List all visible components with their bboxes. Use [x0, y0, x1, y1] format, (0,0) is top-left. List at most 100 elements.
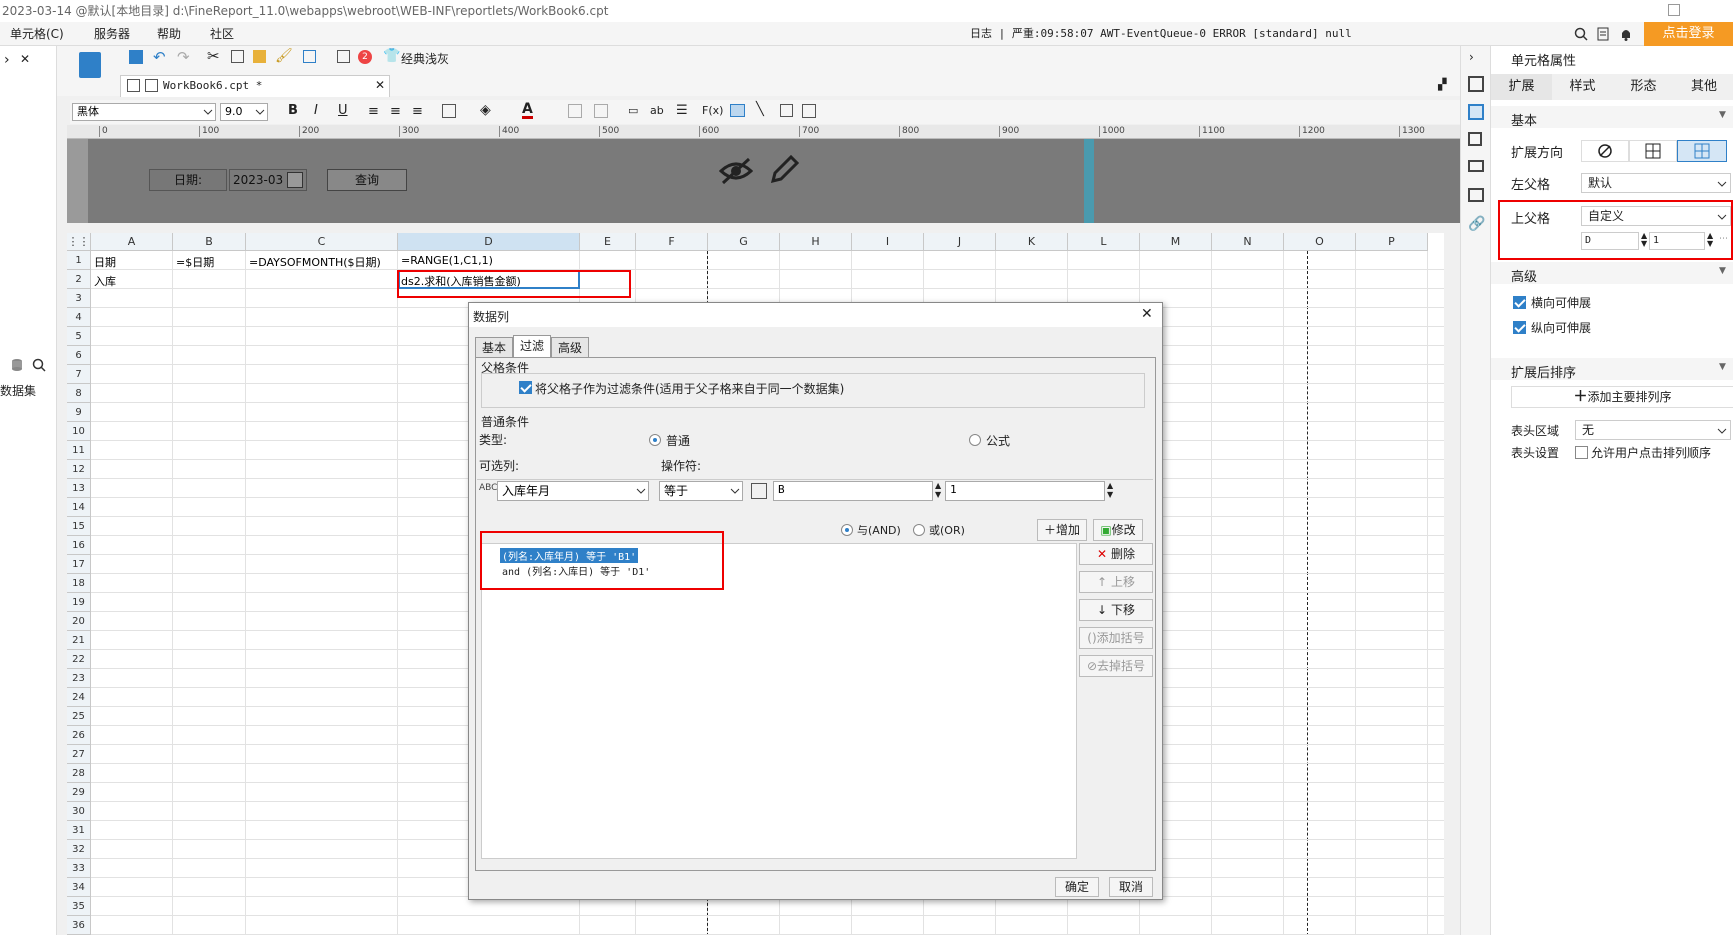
column-header[interactable]: L — [1068, 233, 1140, 251]
fill-color-icon[interactable]: ◈ — [480, 102, 491, 118]
row-header[interactable]: 31 — [67, 821, 91, 840]
modify-condition-button[interactable]: ▣修改 — [1093, 519, 1143, 541]
column-header[interactable]: G — [708, 233, 780, 251]
cancel-button[interactable]: 取消 — [1109, 877, 1153, 897]
tab-basic[interactable]: 基本 — [475, 337, 514, 357]
delete-button[interactable]: ✕ 删除 — [1079, 543, 1153, 565]
param-width-marker[interactable] — [1084, 139, 1094, 223]
vertical-expand-icon[interactable] — [1629, 140, 1677, 162]
row-header[interactable]: 7 — [67, 365, 91, 384]
underline-icon[interactable]: U — [338, 103, 348, 118]
tab-expand[interactable]: 扩展 — [1491, 74, 1552, 100]
row-header[interactable]: 32 — [67, 840, 91, 859]
cell-a2[interactable]: 入库 — [94, 273, 116, 289]
italic-icon[interactable]: I — [314, 103, 318, 118]
bell-icon[interactable] — [1619, 27, 1633, 41]
dataset-search-icon[interactable] — [32, 358, 46, 372]
up-parent-row-input[interactable]: 1 — [1649, 232, 1705, 250]
or-radio[interactable] — [913, 524, 925, 536]
up-parent-col-input[interactable]: D — [1581, 232, 1639, 250]
row-header[interactable]: 22 — [67, 650, 91, 669]
column-header[interactable]: A — [91, 233, 173, 251]
row-header[interactable]: 5 — [67, 327, 91, 346]
font-size-select[interactable]: 9.0 — [220, 103, 268, 121]
collapse-icon[interactable]: › — [4, 52, 10, 68]
move-up-button[interactable]: ↑ 上移 — [1079, 571, 1153, 593]
row-header[interactable]: 15 — [67, 517, 91, 536]
row-header[interactable]: 28 — [67, 764, 91, 783]
column-header[interactable]: O — [1284, 233, 1356, 251]
theme-label[interactable]: 经典浅灰 — [401, 50, 449, 67]
no-expand-icon[interactable] — [1581, 140, 1629, 162]
bold-icon[interactable]: B — [288, 103, 298, 118]
row-header[interactable]: 27 — [67, 745, 91, 764]
row-header[interactable]: 4 — [67, 308, 91, 327]
allow-sort-checkbox[interactable] — [1575, 446, 1588, 459]
query-button[interactable]: 查询 — [327, 169, 407, 191]
add-bracket-button[interactable]: ()添加括号 — [1079, 627, 1153, 649]
value-row-spinner-icon[interactable]: ▲ ▼ — [1107, 481, 1113, 499]
border-icon[interactable] — [442, 104, 456, 118]
widget-setting-icon[interactable] — [1468, 160, 1484, 172]
collapse-basic-icon[interactable]: ▼ — [1719, 110, 1726, 120]
row-header[interactable]: 8 — [67, 384, 91, 403]
restore-icon[interactable] — [1668, 4, 1680, 16]
column-header[interactable]: F — [636, 233, 708, 251]
cell-a1[interactable]: 日期 — [94, 254, 116, 270]
menu-community[interactable]: 社区 — [210, 22, 234, 46]
cell-b1[interactable]: =$日期 — [176, 254, 214, 270]
row-header[interactable]: 36 — [67, 916, 91, 935]
parent-filter-checkbox[interactable] — [519, 381, 532, 394]
row-header[interactable]: 34 — [67, 878, 91, 897]
image-icon[interactable] — [730, 104, 745, 117]
add-sort-button[interactable]: ＋添加主要排列序 — [1511, 386, 1733, 408]
v-stretch-checkbox[interactable] — [1513, 321, 1526, 334]
column-header[interactable]: B — [173, 233, 246, 251]
type-normal-radio[interactable] — [649, 434, 661, 446]
font-color-icon[interactable]: A — [522, 102, 533, 119]
search-icon[interactable] — [1574, 27, 1588, 41]
column-header[interactable]: K — [996, 233, 1068, 251]
row-header[interactable]: 3 — [67, 289, 91, 308]
column-header[interactable]: I — [852, 233, 924, 251]
row-header[interactable]: 16 — [67, 536, 91, 555]
eye-hidden-icon[interactable] — [719, 157, 753, 185]
database-icon[interactable] — [10, 358, 24, 372]
row-header[interactable]: 29 — [67, 783, 91, 802]
condition-icon[interactable] — [1468, 188, 1484, 202]
redo-icon[interactable]: ↷ — [177, 48, 190, 66]
select-all-corner[interactable]: ⋮⋮ — [67, 233, 91, 251]
add-condition-button[interactable]: ＋增加 — [1037, 519, 1087, 541]
value-col-spinner-icon[interactable]: ▲ ▼ — [935, 481, 941, 499]
align-right-icon[interactable]: ≡ — [412, 104, 423, 119]
condition-list[interactable]: (列名:入库年月) 等于 'B1' and (列名:入库日) 等于 'D1' — [481, 543, 1077, 859]
expand-icon[interactable]: › — [1469, 50, 1474, 64]
subreport-icon[interactable] — [780, 104, 793, 117]
insert-row-icon[interactable]: ▭ — [628, 104, 638, 117]
file-tab-label[interactable]: WorkBook6.cpt * — [163, 79, 262, 92]
row-header[interactable]: 10 — [67, 422, 91, 441]
formula-icon[interactable]: F(x) — [702, 104, 723, 117]
cell-c1[interactable]: =DAYSOFMONTH($日期) — [249, 254, 381, 270]
value-col-input[interactable]: B — [773, 481, 933, 501]
widget-icon[interactable] — [802, 104, 816, 118]
value-row-input[interactable]: 1 — [945, 481, 1105, 501]
row-header[interactable]: 26 — [67, 726, 91, 745]
row-header[interactable]: 9 — [67, 403, 91, 422]
condition-item[interactable]: (列名:入库年月) 等于 'B1' — [500, 548, 639, 563]
font-family-select[interactable]: 黑体 — [72, 103, 216, 121]
row-header[interactable]: 21 — [67, 631, 91, 650]
close-icon[interactable]: ✕ — [20, 52, 30, 66]
hyperlink-icon[interactable]: 🔗 — [1468, 216, 1485, 232]
type-formula-radio[interactable] — [969, 434, 981, 446]
dataset-label[interactable]: 数据集 — [0, 382, 36, 399]
column-header[interactable]: N — [1212, 233, 1284, 251]
row-header[interactable]: 18 — [67, 574, 91, 593]
column-header[interactable]: J — [924, 233, 996, 251]
paste-icon[interactable] — [253, 50, 266, 63]
up-parent-select[interactable]: 自定义 — [1581, 206, 1731, 226]
row-header[interactable]: 14 — [67, 498, 91, 517]
more-icon[interactable]: ⋯ — [1719, 234, 1728, 244]
column-header[interactable]: D — [398, 233, 580, 251]
tab-shape[interactable]: 形态 — [1613, 74, 1674, 100]
